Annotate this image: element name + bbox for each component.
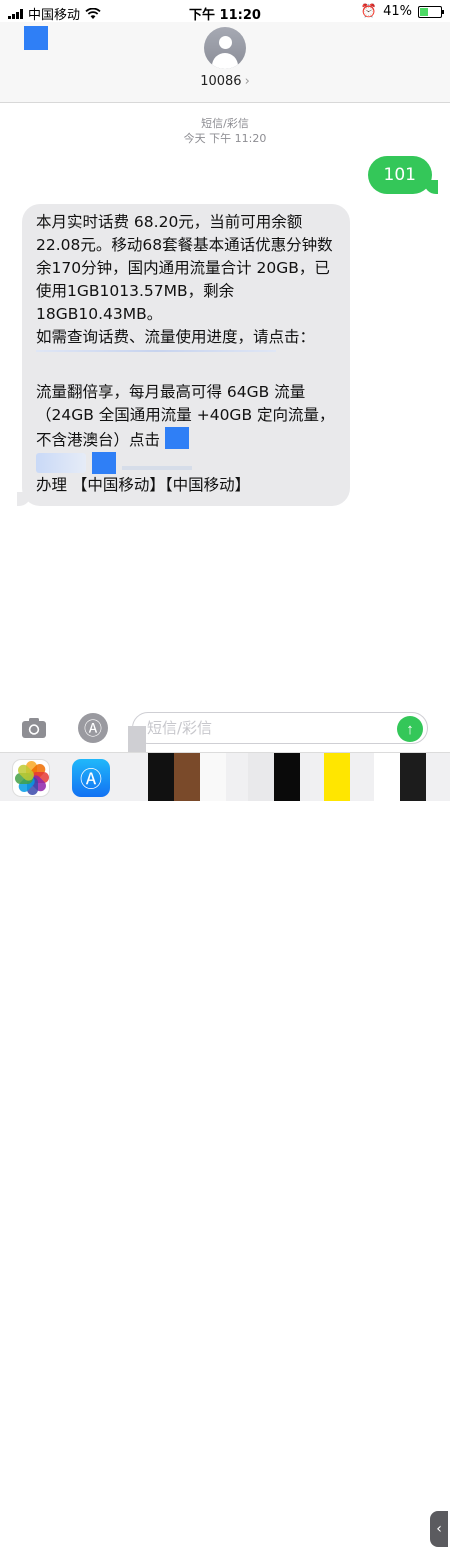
arrow-up-icon: ↑ — [406, 720, 414, 738]
camera-icon[interactable] — [20, 714, 48, 742]
sticker-preview[interactable] — [324, 753, 350, 801]
chevron-right-icon: › — [244, 74, 250, 89]
received-message-bubble[interactable]: 本月实时话费 68.20元，当前可用余额22.08元。移动68套餐基本通话优惠分… — [17, 204, 350, 506]
sticker-preview[interactable] — [174, 753, 200, 801]
app-store-glyph: Ⓐ — [84, 719, 102, 740]
app-store-icon[interactable]: Ⓐ — [72, 759, 110, 797]
service-label: 短信/彩信 — [201, 117, 249, 130]
redaction-block — [164, 427, 189, 449]
sent-message-bubble[interactable]: 101 — [367, 156, 439, 194]
person-icon-head — [219, 36, 232, 49]
app-store-glyph: Ⓐ — [79, 768, 102, 793]
alarm-icon: ⏰ — [360, 4, 378, 19]
redaction-block — [122, 466, 192, 470]
message-paragraph: 办理 【中国移动】【中国移动】 — [36, 476, 251, 494]
sticker-preview[interactable] — [400, 753, 426, 801]
battery-fill — [420, 7, 428, 16]
message-timestamp: 今天 下午 11:20 — [183, 132, 267, 145]
status-right: ⏰ 41% — [360, 4, 444, 19]
redaction-block — [36, 453, 86, 473]
app-drawer: Ⓐ ‹ — [0, 752, 450, 1547]
compose-bar: Ⓐ ↑ — [0, 706, 450, 752]
redacted-link-row[interactable] — [36, 452, 336, 474]
message-paragraph: 流量翻倍享，每月最高可得 64GB 流量（24GB 全国通用流量 +40GB 定… — [36, 381, 336, 452]
conversation-header: 10086 › — [0, 22, 450, 103]
sticker-preview[interactable] — [200, 753, 226, 801]
back-button[interactable] — [24, 26, 48, 50]
app-store-icon[interactable]: Ⓐ — [78, 713, 108, 743]
redaction-block — [92, 452, 116, 474]
contact-name[interactable]: 10086 › — [0, 74, 450, 89]
person-icon-body — [212, 53, 238, 69]
sticker-preview[interactable] — [148, 753, 174, 801]
drawer-more-button[interactable]: ‹ — [430, 1511, 448, 1547]
photos-icon[interactable] — [12, 759, 50, 797]
sticker-preview[interactable] — [374, 753, 400, 801]
send-button[interactable]: ↑ — [397, 716, 423, 742]
sent-message-text: 101 — [383, 165, 416, 185]
message-input[interactable] — [132, 712, 428, 744]
sticker-preview[interactable] — [248, 753, 274, 801]
status-bar: 中国移动 下午 11:20 ⏰ 41% — [0, 0, 450, 23]
battery-icon — [418, 5, 444, 18]
message-paragraph: 本月实时话费 68.20元，当前可用余额22.08元。移动68套餐基本通话优惠分… — [36, 213, 333, 323]
contact-number: 10086 — [200, 74, 242, 89]
redacted-link[interactable] — [36, 350, 276, 352]
battery-percent: 41% — [383, 4, 412, 19]
contact-avatar[interactable] — [204, 27, 246, 69]
message-paragraph: 如需查询话费、流量使用进度，请点击： — [36, 328, 316, 346]
sticker-preview[interactable] — [274, 753, 300, 801]
